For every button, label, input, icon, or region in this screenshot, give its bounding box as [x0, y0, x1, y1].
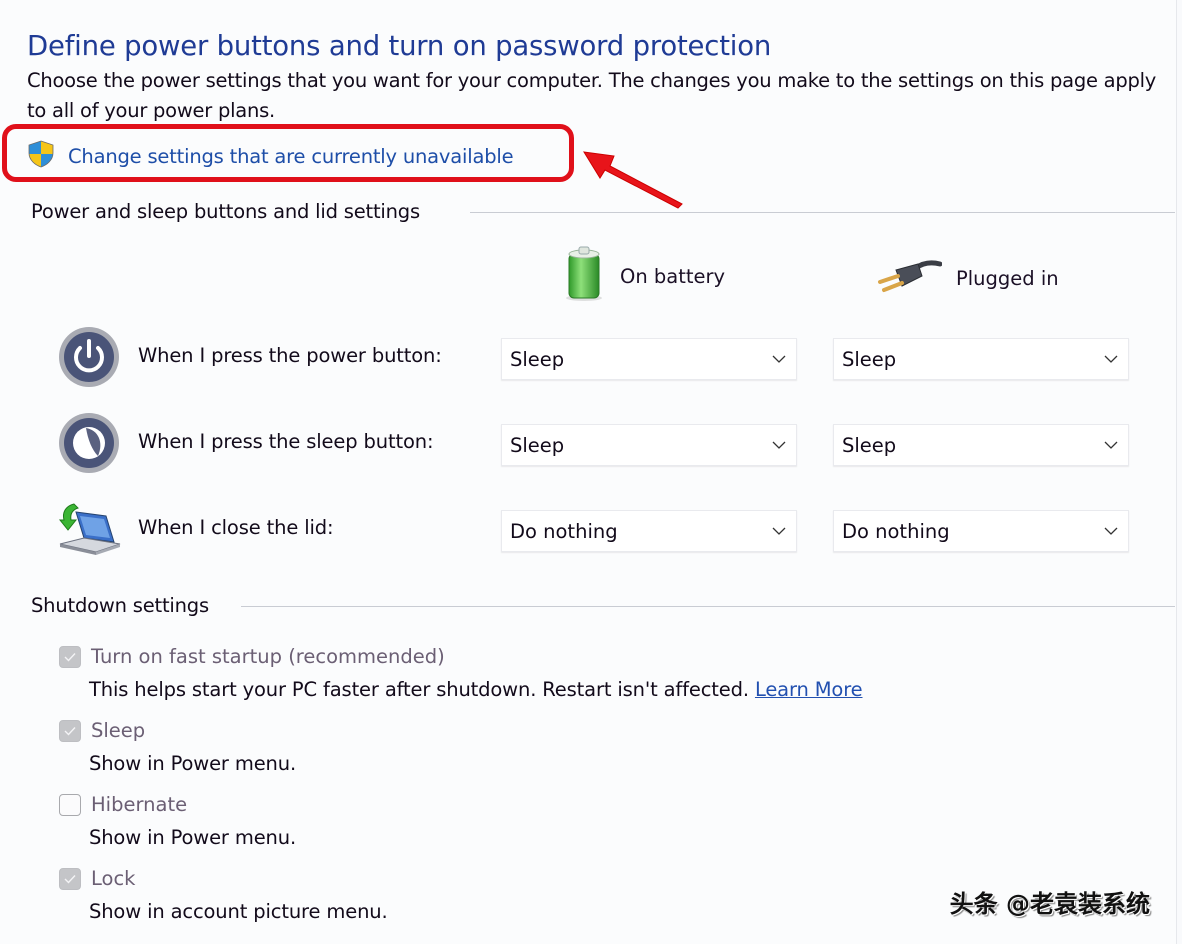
select-value: Do nothing — [510, 519, 618, 543]
watermark-text: 头条 @老袁装系统 — [949, 890, 1150, 918]
lock-option: Lock — [59, 867, 135, 890]
select-value: Do nothing — [842, 519, 950, 543]
control-panel-page: Define power buttons and turn on passwor… — [0, 0, 1177, 944]
sleep-option: Sleep — [59, 719, 145, 742]
checkmark-icon — [64, 652, 76, 662]
power-section-heading: Power and sleep buttons and lid settings — [31, 200, 420, 223]
sleep-description: Show in Power menu. — [89, 752, 297, 775]
laptop-lid-icon — [56, 500, 122, 562]
shutdown-section-divider — [241, 606, 1175, 607]
sleep-button-on-battery-select[interactable]: Sleep — [501, 424, 797, 466]
sleep-button-label: When I press the sleep button: — [138, 430, 434, 453]
page-title: Define power buttons and turn on passwor… — [27, 30, 772, 63]
sleep-button-plugged-in-select[interactable]: Sleep — [833, 424, 1129, 466]
close-lid-label: When I close the lid: — [138, 516, 334, 539]
page-description: Choose the power settings that you want … — [27, 69, 1157, 122]
select-value: Sleep — [510, 433, 565, 457]
uac-shield-icon — [26, 139, 56, 174]
fast-startup-description-text: This helps start your PC faster after sh… — [89, 678, 749, 701]
power-plug-icon — [876, 256, 943, 301]
chevron-down-icon — [772, 527, 786, 535]
select-value: Sleep — [510, 347, 565, 371]
hibernate-description: Show in Power menu. — [89, 826, 297, 849]
hibernate-option: Hibernate — [59, 793, 187, 816]
fast-startup-label: Turn on fast startup (recommended) — [91, 645, 445, 668]
chevron-down-icon — [1104, 441, 1118, 449]
chevron-down-icon — [1104, 527, 1118, 535]
close-lid-on-battery-select[interactable]: Do nothing — [501, 510, 797, 552]
select-value: Sleep — [842, 347, 897, 371]
battery-icon — [562, 244, 606, 309]
power-button-on-battery-select[interactable]: Sleep — [501, 338, 797, 380]
close-lid-plugged-in-select[interactable]: Do nothing — [833, 510, 1129, 552]
chevron-down-icon — [772, 441, 786, 449]
annotation-arrow-icon — [583, 151, 683, 209]
plugged-in-label: Plugged in — [956, 267, 1059, 290]
hibernate-label: Hibernate — [91, 793, 188, 816]
sleep-checkbox[interactable] — [59, 719, 81, 742]
column-header-plugged-in: Plugged in — [876, 256, 1059, 301]
fast-startup-option: Turn on fast startup (recommended) — [59, 645, 445, 668]
checkmark-icon — [64, 874, 76, 884]
power-button-label: When I press the power button: — [138, 344, 442, 367]
chevron-down-icon — [1104, 355, 1118, 363]
hibernate-checkbox[interactable] — [59, 793, 81, 816]
column-header-on-battery: On battery — [562, 244, 725, 309]
lock-label: Lock — [91, 867, 136, 890]
sleep-button-icon — [58, 412, 120, 478]
change-settings-link[interactable]: Change settings that are currently unava… — [26, 139, 514, 174]
checkmark-icon — [64, 726, 76, 736]
power-button-icon — [58, 326, 120, 392]
chevron-down-icon — [772, 355, 786, 363]
lock-checkbox[interactable] — [59, 867, 81, 890]
learn-more-link[interactable]: Learn More — [755, 678, 863, 701]
lock-description: Show in account picture menu. — [89, 900, 388, 923]
select-value: Sleep — [842, 433, 897, 457]
sleep-label: Sleep — [91, 719, 146, 742]
fast-startup-description: This helps start your PC faster after sh… — [89, 678, 863, 701]
change-settings-label: Change settings that are currently unava… — [68, 145, 514, 168]
on-battery-label: On battery — [620, 265, 726, 288]
shutdown-section-heading: Shutdown settings — [31, 594, 209, 617]
power-button-plugged-in-select[interactable]: Sleep — [833, 338, 1129, 380]
power-section-divider — [470, 212, 1175, 213]
fast-startup-checkbox[interactable] — [59, 645, 81, 668]
